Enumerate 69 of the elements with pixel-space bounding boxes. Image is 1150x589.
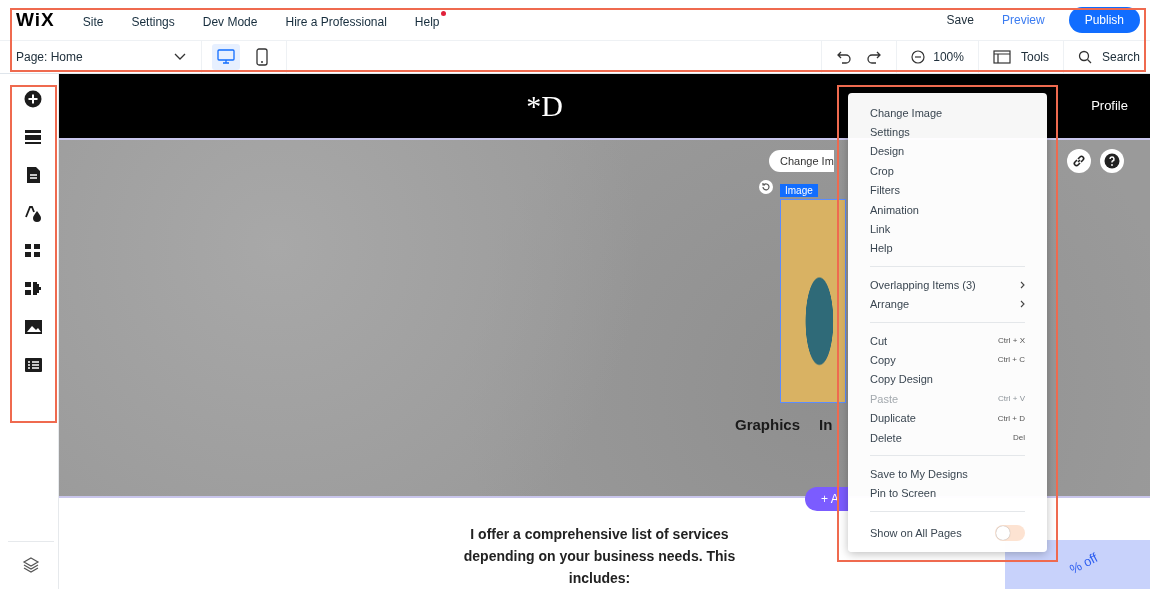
menu-item[interactable]: Duplicate Ctrl + D [848, 408, 1047, 428]
change-image-button[interactable]: Change Im [769, 150, 834, 172]
menu-item[interactable]: Help [848, 238, 1047, 259]
theme-icon[interactable] [23, 204, 43, 222]
menu-item[interactable]: Dev Mode [202, 11, 264, 29]
toggle-label: Show on All Pages [870, 527, 962, 540]
add-icon[interactable] [23, 90, 43, 108]
chevron-right-icon [1020, 300, 1025, 309]
publish-button[interactable]: Publish [1068, 7, 1140, 33]
image-icon[interactable] [23, 318, 43, 336]
zoom-level[interactable]: 100% [933, 50, 964, 64]
zoom-out-icon[interactable] [911, 50, 926, 64]
menu-item[interactable]: Settings [848, 122, 1047, 142]
page-selector[interactable]: Page: Home [16, 41, 202, 73]
shortcut-text: Ctrl + V [998, 394, 1025, 404]
help-icon [1104, 153, 1120, 169]
phone-icon [256, 48, 268, 66]
monitor-icon [217, 49, 235, 65]
help-button[interactable] [1100, 149, 1124, 173]
rotate-icon[interactable] [759, 180, 773, 194]
link-icon [1072, 154, 1086, 168]
desktop-view-button[interactable] [212, 44, 240, 70]
shortcut-text: Ctrl + D [997, 413, 1025, 423]
table-icon[interactable] [23, 356, 43, 374]
intro-paragraph: I offer a comprehensive list of services depending on your business needs. This includes: [462, 525, 737, 588]
sections-icon[interactable] [23, 128, 43, 146]
caption-text: Graphics [735, 416, 801, 433]
toggle-switch[interactable] [995, 525, 1025, 542]
chevron-down-icon [174, 53, 186, 61]
menu-item[interactable]: Change Image [848, 103, 1047, 123]
menu-item[interactable]: Pin to Screen [848, 483, 1047, 504]
selection-label: Image [780, 184, 818, 197]
site-logo[interactable]: *D [526, 89, 563, 123]
menu-item[interactable]: Hire a Professional [285, 11, 393, 29]
shortcut-text: Ctrl + C [997, 355, 1025, 365]
grid-icon[interactable] [23, 242, 43, 260]
search-button[interactable]: Search [1062, 41, 1150, 73]
redo-icon[interactable] [866, 50, 883, 64]
menu-item[interactable]: Crop [848, 161, 1047, 181]
menu-item[interactable]: Overlapping Items (3) [848, 275, 1047, 295]
menu-item[interactable]: Design [848, 141, 1047, 162]
menu-item[interactable]: Save to My Designs [848, 464, 1047, 484]
menu-item[interactable]: Site [82, 11, 110, 29]
menu-item[interactable]: Link [848, 219, 1047, 239]
undo-icon[interactable] [836, 50, 853, 64]
menu-item[interactable]: Copy Ctrl + C [848, 350, 1047, 370]
menu-item[interactable]: Delete Del [848, 427, 1047, 448]
shortcut-text: Del [1013, 433, 1025, 443]
search-icon [1077, 50, 1092, 64]
menu-item[interactable]: Settings [131, 11, 181, 29]
tools-button[interactable]: Tools [977, 41, 1063, 73]
menu-item[interactable]: Cut Ctrl + X [848, 330, 1047, 351]
puzzle-icon[interactable] [23, 280, 43, 298]
layers-icon[interactable] [21, 556, 41, 574]
caption-text: In [819, 416, 833, 433]
preview-button[interactable]: Preview [1001, 13, 1045, 27]
menu-item[interactable]: Filters [848, 180, 1047, 200]
site-nav-link[interactable]: Profile [1091, 98, 1128, 113]
promo-text: % off [1067, 550, 1101, 577]
chevron-right-icon [1020, 280, 1025, 289]
menu-item[interactable]: Help [414, 11, 446, 29]
menu-item[interactable]: Arrange [848, 294, 1047, 314]
menu-item[interactable]: Animation [848, 199, 1047, 220]
tools-icon [992, 50, 1011, 64]
save-button[interactable]: Save [946, 13, 974, 27]
link-button[interactable] [1067, 149, 1091, 173]
menu-item[interactable]: Copy Design [848, 369, 1047, 390]
logo[interactable]: WiX [16, 9, 55, 31]
shortcut-text: Ctrl + X [998, 336, 1025, 346]
